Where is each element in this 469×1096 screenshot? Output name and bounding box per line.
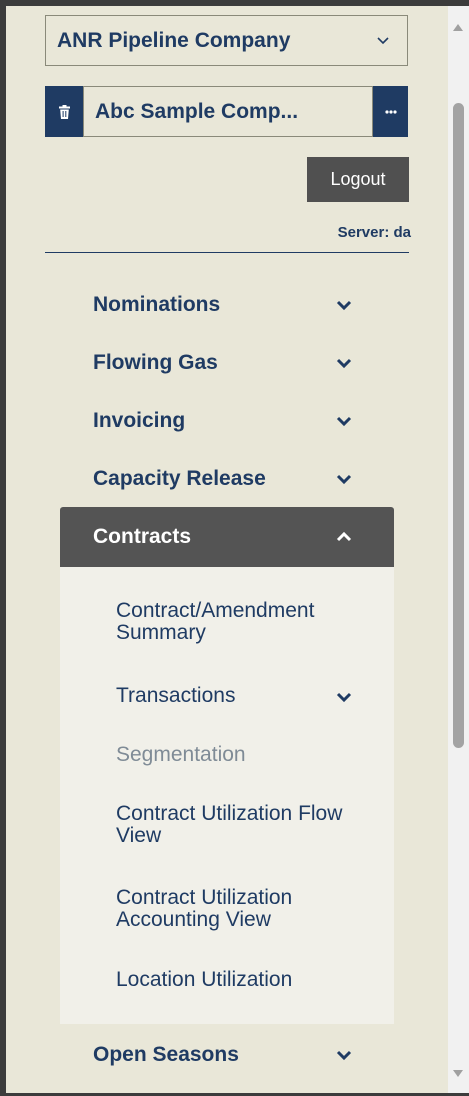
nav-nominations[interactable]: Nominations (60, 276, 394, 334)
nav-open-seasons[interactable]: Open Seasons (60, 1026, 394, 1084)
scrollbar-thumb[interactable] (453, 103, 464, 748)
divider (45, 252, 409, 253)
nav-contracts-label: Contracts (93, 525, 192, 548)
vertical-scrollbar[interactable] (448, 6, 469, 1093)
nav-capacity-release-label: Capacity Release (93, 467, 266, 490)
chevron-down-icon (336, 472, 352, 486)
submenu-contract-amendment-summary[interactable]: Contract/Amendment Summary (116, 600, 366, 644)
company-select[interactable]: ANR Pipeline Company (45, 15, 408, 66)
scroll-down-arrow-icon[interactable] (453, 1070, 463, 1077)
company-select-label: ANR Pipeline Company (57, 28, 291, 52)
nav-contracts[interactable]: Contracts (60, 507, 394, 567)
contracts-submenu: Contract/Amendment Summary Transactions … (60, 567, 394, 1024)
chevron-down-icon (359, 36, 407, 45)
window-left-border (0, 0, 6, 1096)
company-name-field[interactable]: Abc Sample Comp... (83, 86, 373, 137)
nav-nominations-label: Nominations (93, 293, 221, 316)
chevron-down-icon[interactable] (336, 690, 352, 704)
nav-flowing-gas-label: Flowing Gas (93, 351, 218, 374)
nav-capacity-release[interactable]: Capacity Release (60, 450, 394, 508)
company-more-button[interactable] (373, 86, 408, 137)
chevron-up-icon (336, 530, 352, 544)
chevron-down-icon (336, 1048, 352, 1062)
ellipsis-icon (384, 109, 397, 114)
submenu-transactions[interactable]: Transactions (116, 685, 366, 707)
chevron-down-icon (336, 356, 352, 370)
chevron-down-icon (336, 298, 352, 312)
trash-icon (58, 104, 70, 119)
nav-invoicing[interactable]: Invoicing (60, 392, 394, 450)
nav-flowing-gas[interactable]: Flowing Gas (60, 334, 394, 392)
chevron-down-icon (336, 414, 352, 428)
submenu-contract-utilization-accounting-view[interactable]: Contract Utilization Accounting View (116, 887, 366, 931)
server-label: Server: da (337, 224, 411, 241)
nav-invoicing-label: Invoicing (93, 409, 186, 432)
scroll-up-arrow-icon[interactable] (453, 24, 463, 31)
delete-company-button[interactable] (45, 86, 83, 137)
logout-button[interactable]: Logout (307, 157, 409, 202)
submenu-segmentation: Segmentation (116, 743, 246, 766)
window-top-border (0, 0, 469, 6)
submenu-contract-utilization-flow-view[interactable]: Contract Utilization Flow View (116, 803, 366, 847)
nav-open-seasons-label: Open Seasons (93, 1043, 239, 1066)
submenu-location-utilization[interactable]: Location Utilization (116, 969, 366, 991)
